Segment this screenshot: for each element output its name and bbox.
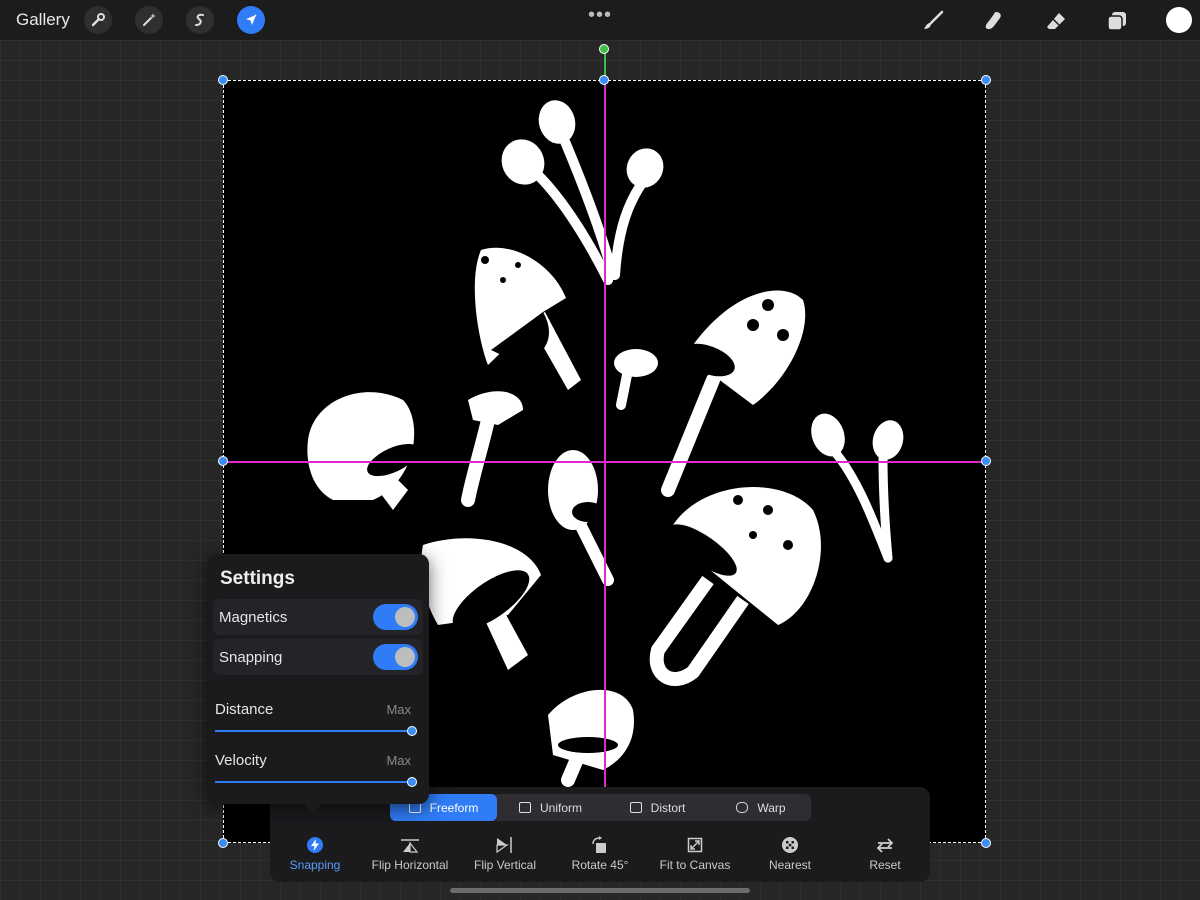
handle-top-left[interactable]: [218, 75, 228, 85]
reset-icon: [835, 835, 935, 855]
color-swatch[interactable]: [1166, 7, 1192, 33]
handle-middle-left[interactable]: [218, 456, 228, 466]
flip-vertical-label: Flip Vertical: [455, 858, 555, 872]
rotate-45-button[interactable]: Rotate 45°: [550, 835, 650, 872]
fit-to-canvas-label: Fit to Canvas: [645, 858, 745, 872]
magnetics-toggle[interactable]: [373, 604, 418, 630]
more-options-icon[interactable]: •••: [588, 4, 612, 27]
handle-top-center[interactable]: [599, 75, 609, 85]
popover-pointer: [303, 803, 323, 813]
smudge-icon[interactable]: [981, 8, 1007, 34]
selection-s-icon[interactable]: [186, 6, 214, 34]
mode-distort[interactable]: Distort: [604, 794, 711, 821]
mode-distort-label: Distort: [651, 801, 686, 815]
flip-horizontal-label: Flip Horizontal: [360, 858, 460, 872]
uniform-icon: [519, 802, 531, 813]
handle-bottom-right[interactable]: [981, 838, 991, 848]
reset-button[interactable]: Reset: [835, 835, 935, 872]
fit-to-canvas-icon: [645, 835, 745, 855]
mode-freeform-label: Freeform: [430, 801, 479, 815]
rotate-icon: [550, 835, 650, 855]
velocity-slider-track[interactable]: [215, 781, 411, 783]
distance-value: Max: [386, 702, 411, 717]
snapping-settings-popover: Settings Magnetics Snapping Distance Max…: [207, 554, 429, 804]
snapping-button[interactable]: Snapping: [265, 835, 365, 872]
handle-bottom-left[interactable]: [218, 838, 228, 848]
warp-icon: [736, 802, 748, 813]
flip-horizontal-icon: [360, 835, 460, 855]
flip-vertical-icon: [455, 835, 555, 855]
transform-mode-selector: Freeform Uniform Distort Warp: [390, 794, 811, 821]
mode-warp-label: Warp: [757, 801, 785, 815]
snapping-label: Snapping: [265, 858, 365, 872]
mode-uniform[interactable]: Uniform: [497, 794, 604, 821]
snapping-toggle[interactable]: [373, 644, 418, 670]
toggle-knob: [395, 647, 415, 667]
handle-top-right[interactable]: [981, 75, 991, 85]
eraser-icon[interactable]: [1043, 8, 1069, 34]
rotation-handle[interactable]: [599, 44, 609, 54]
home-indicator: [450, 888, 750, 893]
transform-arrow-icon[interactable]: [237, 6, 265, 34]
velocity-value: Max: [386, 753, 411, 768]
horizontal-snap-guide: [223, 461, 986, 463]
distance-label: Distance: [215, 701, 273, 718]
layers-icon[interactable]: [1104, 8, 1130, 34]
handle-middle-right[interactable]: [981, 456, 991, 466]
snapping-toggle-label: Snapping: [219, 649, 282, 666]
velocity-slider-thumb[interactable]: [407, 777, 417, 787]
distort-icon: [630, 802, 642, 813]
mode-warp[interactable]: Warp: [711, 794, 811, 821]
brush-icon[interactable]: [920, 8, 946, 34]
magic-wand-icon[interactable]: [135, 6, 163, 34]
distance-slider-track[interactable]: [215, 730, 411, 732]
fit-to-canvas-button[interactable]: Fit to Canvas: [645, 835, 745, 872]
mode-uniform-label: Uniform: [540, 801, 582, 815]
wrench-icon[interactable]: [84, 6, 112, 34]
gallery-button[interactable]: Gallery: [16, 10, 70, 30]
rotate-45-label: Rotate 45°: [550, 858, 650, 872]
magnetics-row: Magnetics: [213, 599, 423, 635]
flip-vertical-button[interactable]: Flip Vertical: [455, 835, 555, 872]
toggle-knob: [395, 607, 415, 627]
flip-horizontal-button[interactable]: Flip Horizontal: [360, 835, 460, 872]
nearest-button[interactable]: Nearest: [740, 835, 840, 872]
nearest-label: Nearest: [740, 858, 840, 872]
velocity-label: Velocity: [215, 752, 267, 769]
top-toolbar: Gallery •••: [0, 0, 1200, 40]
magnetics-label: Magnetics: [219, 609, 287, 626]
distance-slider-thumb[interactable]: [407, 726, 417, 736]
snapping-bolt-icon: [265, 835, 365, 855]
settings-title: Settings: [220, 568, 295, 590]
reset-label: Reset: [835, 858, 935, 872]
nearest-icon: [740, 835, 840, 855]
snapping-row: Snapping: [213, 639, 423, 675]
